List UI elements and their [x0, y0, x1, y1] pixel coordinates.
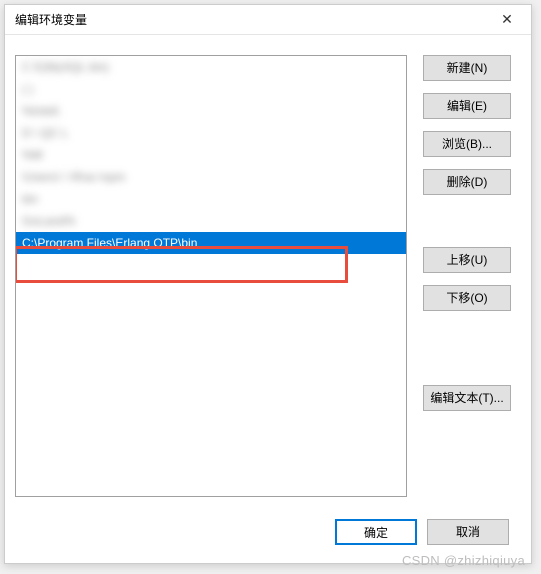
list-item[interactable]: C E(MySQL bin)	[16, 56, 406, 78]
list-item[interactable]: \Users\ \ \Roa \npm	[16, 166, 406, 188]
environment-variable-dialog: 编辑环境变量 ✕ C E(MySQL bin) ( ) %Intell. D \…	[4, 4, 532, 564]
cancel-button[interactable]: 取消	[427, 519, 509, 545]
delete-button[interactable]: 删除(D)	[423, 169, 511, 195]
move-down-button[interactable]: 下移(O)	[423, 285, 511, 311]
browse-button[interactable]: 浏览(B)...	[423, 131, 511, 157]
spacer	[423, 323, 511, 373]
list-item[interactable]: ( )	[16, 78, 406, 100]
list-item[interactable]: %M	[16, 144, 406, 166]
spacer	[423, 207, 511, 235]
edit-text-button[interactable]: 编辑文本(T)...	[423, 385, 511, 411]
list-item[interactable]: %Intell.	[16, 100, 406, 122]
list-item[interactable]: bin	[16, 188, 406, 210]
list-item[interactable]: GoLand%	[16, 210, 406, 232]
list-item-selected[interactable]: C:\Program Files\Erlang OTP\bin	[16, 232, 406, 254]
sidebar-buttons: 新建(N) 编辑(E) 浏览(B)... 删除(D) 上移(U) 下移(O) 编…	[423, 55, 511, 497]
edit-button[interactable]: 编辑(E)	[423, 93, 511, 119]
ok-button[interactable]: 确定	[335, 519, 417, 545]
move-up-button[interactable]: 上移(U)	[423, 247, 511, 273]
new-button[interactable]: 新建(N)	[423, 55, 511, 81]
close-icon: ✕	[501, 11, 513, 28]
content-area: C E(MySQL bin) ( ) %Intell. D \ QC L %M	[5, 35, 531, 507]
list-item[interactable]: D \ QC L	[16, 122, 406, 144]
dialog-title: 编辑环境变量	[15, 11, 87, 28]
titlebar: 编辑环境变量 ✕	[5, 5, 531, 35]
watermark: CSDN @zhizhiqiuya	[402, 553, 525, 568]
path-listbox[interactable]: C E(MySQL bin) ( ) %Intell. D \ QC L %M	[15, 55, 407, 497]
close-button[interactable]: ✕	[495, 10, 519, 30]
